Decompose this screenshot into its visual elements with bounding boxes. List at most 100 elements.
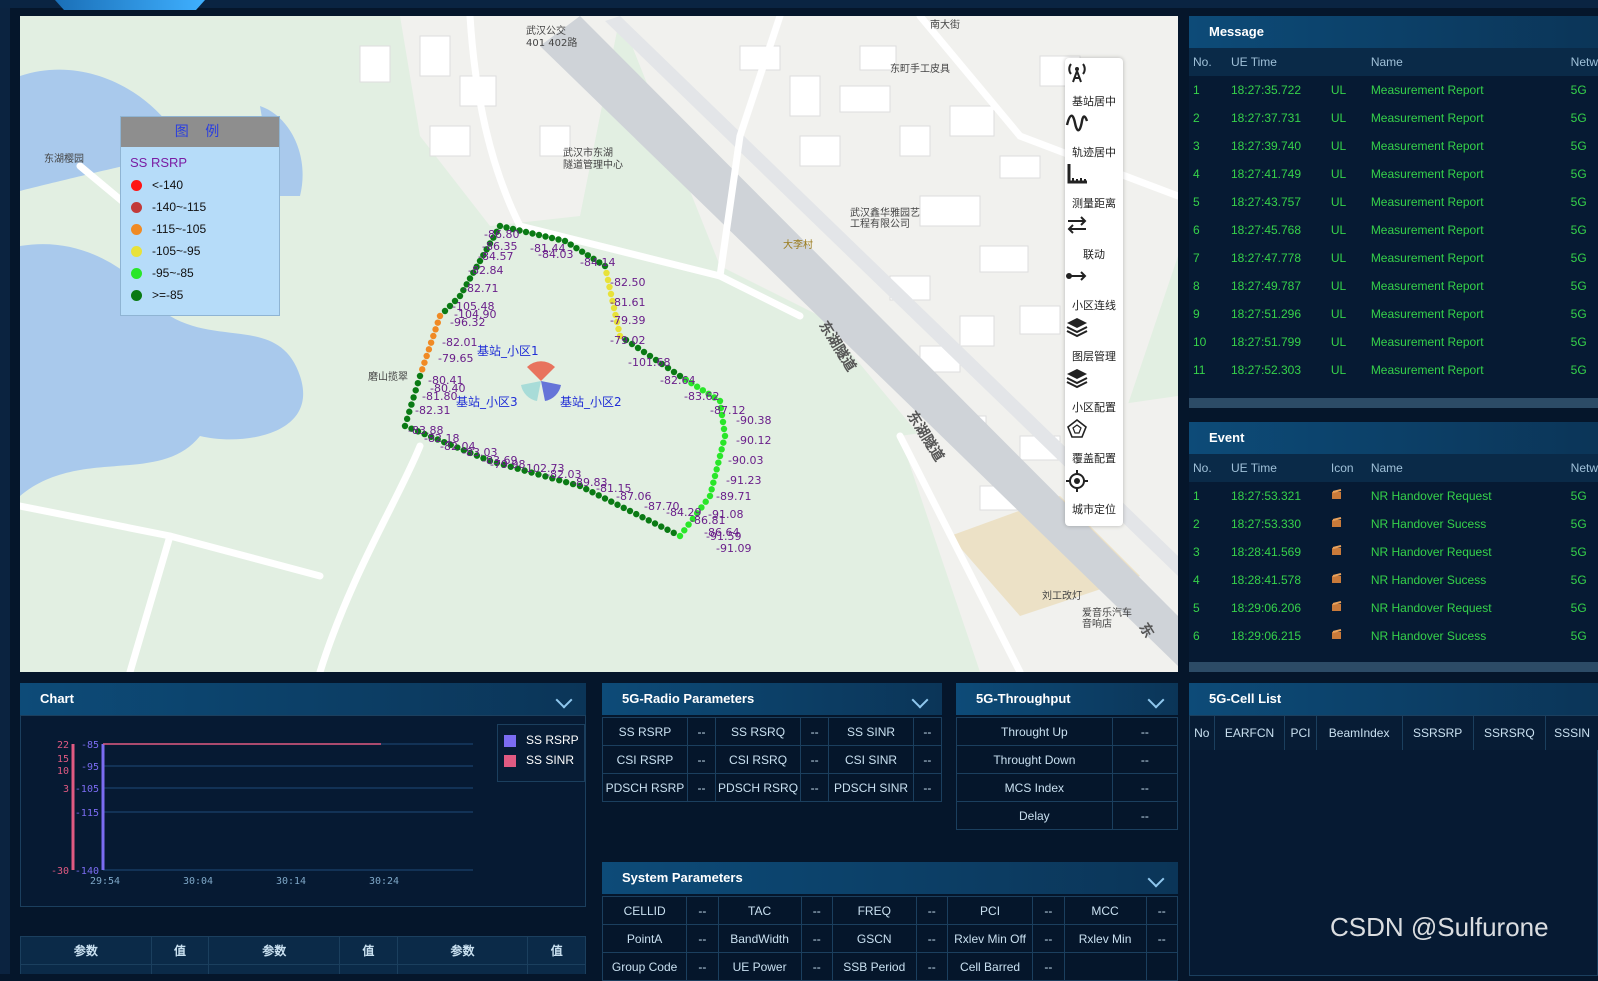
param-name: UE Power — [717, 952, 802, 981]
tool-label: 基站居中 — [1072, 95, 1116, 108]
col-header: BeamIndex — [1316, 716, 1403, 750]
route-sample-dot — [640, 348, 648, 356]
chart-header[interactable]: Chart — [20, 683, 586, 715]
col-header: Name — [1370, 48, 1571, 76]
tool-link[interactable]: 联动 — [1065, 213, 1123, 265]
map-toolbar: 基站居中 轨迹居中 测量距离 联动 小区连线 图层管理 小区配置 覆盖配置 城市… — [1065, 58, 1123, 526]
table-cell: 18:27:41.749 — [1230, 167, 1302, 181]
table-row[interactable]: 9 18:27:51.296 UL Measurement Report 5G — [1189, 300, 1598, 328]
tool-layer-manage[interactable]: 图层管理 — [1065, 315, 1123, 367]
table-cell: 2 — [1193, 517, 1200, 531]
route-sample-dot — [603, 269, 610, 277]
system-title: System Parameters — [622, 870, 743, 885]
table-cell: 5G — [1570, 139, 1587, 153]
table-cell: 18:29:06.215 — [1230, 629, 1302, 643]
table-row[interactable]: 6 18:29:06.215 NR Handover Sucess 5G — [1189, 622, 1598, 650]
route-value-label: -101.68 — [628, 356, 671, 369]
ruler-icon — [1065, 162, 1123, 192]
param-row: Delay -- — [956, 801, 1179, 830]
table-cell: 5G — [1570, 335, 1587, 349]
table-cell: UL — [1330, 83, 1347, 97]
param-name: TAC — [717, 896, 802, 925]
radio-header[interactable]: 5G-Radio Parameters — [602, 683, 942, 715]
throughput-title: 5G-Throughput — [976, 691, 1071, 706]
col-header: No. — [1189, 48, 1231, 76]
swap-icon — [1065, 213, 1123, 243]
table-cell: NR Handover Sucess — [1370, 517, 1487, 531]
tool-cell-link[interactable]: 小区连线 — [1065, 264, 1123, 316]
table-row[interactable]: 5 18:29:06.206 NR Handover Request 5G — [1189, 594, 1598, 622]
param-value: -- — [800, 896, 833, 925]
table-row[interactable]: 4 18:27:41.749 UL Measurement Report 5G — [1189, 160, 1598, 188]
map-view[interactable]: 武汉公交 401 402路 东町手工皮具 南大街 东湖樱园 武汉市东湖 隧道管理… — [20, 16, 1178, 672]
system-header[interactable]: System Parameters — [602, 862, 1178, 894]
param-value: -- — [912, 745, 943, 774]
table-row[interactable]: 3 18:27:39.740 UL Measurement Report 5G — [1189, 132, 1598, 160]
y-left-tick-label: 3 — [63, 784, 69, 795]
table-cell: Measurement Report — [1370, 363, 1484, 377]
table-row[interactable]: 1 18:27:35.722 UL Measurement Report 5G — [1189, 76, 1598, 104]
tool-center-track[interactable]: 轨迹居中 — [1065, 111, 1123, 163]
col-header: Icon — [1330, 454, 1371, 482]
table-row[interactable]: 7 18:27:47.778 UL Measurement Report 5G — [1189, 244, 1598, 272]
y-right-tick-label: -115 — [75, 808, 99, 819]
tool-cell-config[interactable]: 小区配置 — [1065, 366, 1123, 418]
param-value: -- — [1111, 717, 1179, 746]
param-value: -- — [1111, 773, 1179, 802]
route-sample-dot — [626, 507, 634, 515]
param-name: FREQ — [831, 896, 917, 925]
table-row[interactable]: 8 18:27:49.787 UL Measurement Report 5G — [1189, 272, 1598, 300]
route-sample-dot — [529, 230, 536, 237]
legend-item: -140~-115 — [131, 196, 279, 218]
y-left-tick-label: 22 — [57, 740, 69, 751]
table-row[interactable]: 2 18:27:37.731 UL Measurement Report 5G — [1189, 104, 1598, 132]
route-sample-dot — [633, 510, 640, 518]
table-cell: 9 — [1193, 307, 1200, 321]
table-cell: Measurement Report — [1370, 83, 1484, 97]
event-panel: Event No. UE Time Icon Name Netw 1 18:27:… — [1189, 422, 1598, 672]
tool-city-locate[interactable]: 城市定位 — [1065, 468, 1123, 520]
handover-icon — [1331, 538, 1371, 566]
table-cell: 18:27:53.321 — [1230, 489, 1302, 503]
route-value-label: -82.64 — [660, 374, 696, 387]
cell-list-table: No EARFCN PCI BeamIndex SSRSRP SSRSRQ SSSIN — [1190, 716, 1598, 750]
route-sample-dot — [710, 479, 717, 486]
route-sample-dot — [522, 228, 530, 236]
tool-measure-distance[interactable]: 测量距离 — [1065, 162, 1123, 214]
table-row[interactable]: 4 18:28:41.578 NR Handover Sucess 5G — [1189, 566, 1598, 594]
message-scrollbar[interactable] — [1189, 398, 1598, 408]
route-sample-dot — [721, 432, 729, 440]
table-row[interactable]: 5 18:27:43.757 UL Measurement Report 5G — [1189, 188, 1598, 216]
param-name: Throught Up — [956, 717, 1113, 746]
chevron-down-icon[interactable] — [1147, 870, 1165, 888]
cell-site-marker[interactable] — [521, 361, 561, 401]
tool-center-station[interactable]: 基站居中 — [1065, 60, 1123, 112]
tool-label: 城市定位 — [1072, 503, 1116, 516]
param-value — [1145, 952, 1179, 981]
table-cell: 18:27:53.330 — [1230, 517, 1302, 531]
chevron-down-icon[interactable] — [555, 691, 573, 709]
table-cell: 7 — [1193, 251, 1200, 265]
table-row[interactable]: 11 18:27:52.303 UL Measurement Report 5G — [1189, 356, 1598, 384]
route-value-label: -82.50 — [610, 276, 646, 289]
table-cell: Measurement Report — [1370, 167, 1484, 181]
table-row[interactable]: 6 18:27:45.768 UL Measurement Report 5G — [1189, 216, 1598, 244]
throughput-header[interactable]: 5G-Throughput — [956, 683, 1178, 715]
event-scrollbar[interactable] — [1189, 662, 1598, 672]
tool-label: 覆盖配置 — [1072, 452, 1116, 465]
table-row[interactable]: 1 18:27:53.321 NR Handover Request 5G — [1189, 482, 1598, 510]
chevron-down-icon[interactable] — [911, 691, 929, 709]
table-row[interactable]: 10 18:27:51.799 UL Measurement Report 5G — [1189, 328, 1598, 356]
chevron-down-icon[interactable] — [1147, 691, 1165, 709]
tool-coverage-config[interactable]: 覆盖配置 — [1065, 417, 1123, 469]
route-sample-dot — [715, 459, 722, 466]
param-value: -- — [800, 952, 833, 981]
param-header: 值 — [339, 936, 398, 965]
legend-title: 图 例 — [121, 117, 279, 147]
table-row[interactable]: 2 18:27:53.330 NR Handover Sucess 5G — [1189, 510, 1598, 538]
table-cell: UL — [1330, 167, 1347, 181]
route-sample-dot — [601, 495, 609, 502]
table-row[interactable]: 3 18:28:41.569 NR Handover Request 5G — [1189, 538, 1598, 566]
col-header: PCI — [1284, 716, 1317, 750]
table-cell: 5G — [1570, 363, 1587, 377]
